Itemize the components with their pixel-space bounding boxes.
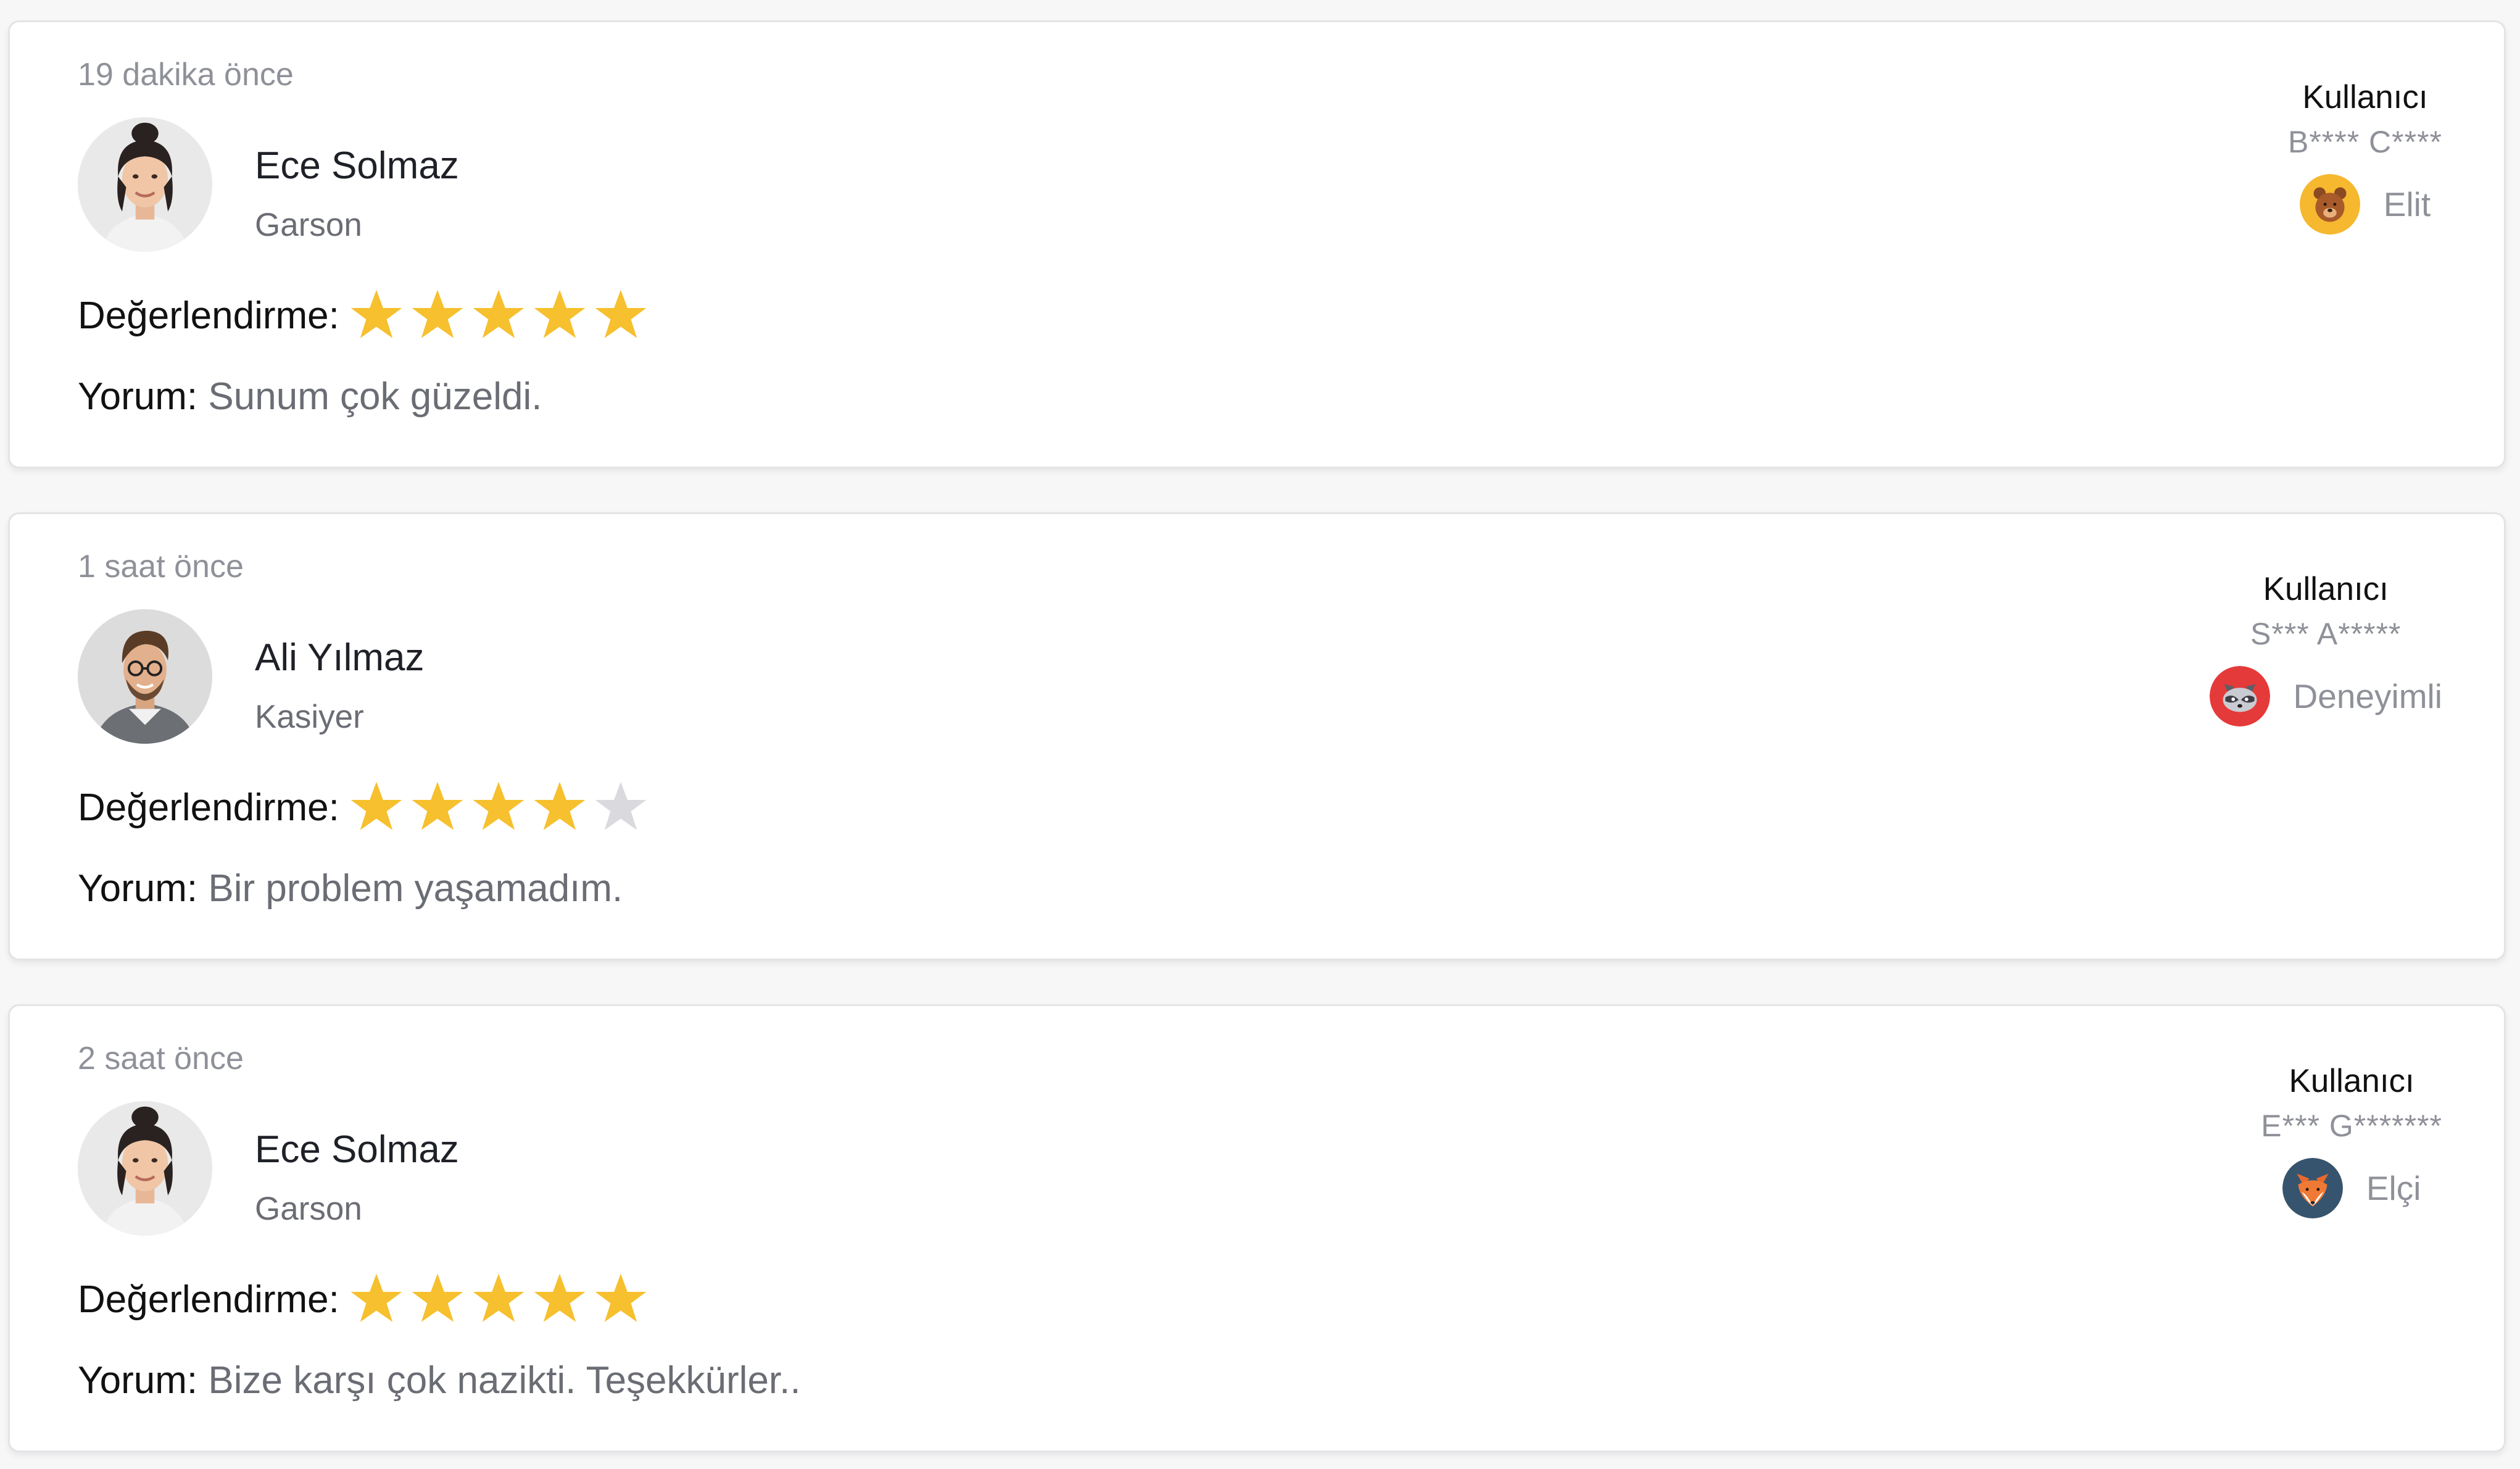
star-rating <box>348 287 653 344</box>
star-filled-icon <box>473 1273 524 1322</box>
reviewer-level: Elçi <box>2261 1157 2442 1218</box>
star-filled-icon <box>350 289 402 338</box>
reviewer-level: Elit <box>2288 173 2442 235</box>
comment-row: Yorum: Bir problem yaşamadım. <box>78 866 623 912</box>
employee-role: Kasiyer <box>255 699 364 735</box>
star-rating <box>348 779 653 836</box>
level-text: Deneyimli <box>2293 676 2442 715</box>
reviewer-block: Kullanıcı E*** G******* Elçi <box>2261 1062 2442 1218</box>
review-card: 1 saat önce Ali Yılmaz Kasiyer Değerlend… <box>8 512 2506 960</box>
review-time: 19 dakika önce <box>78 57 294 93</box>
level-text: Elit <box>2383 185 2431 223</box>
comment-row: Yorum: Sunum çok güzeldi. <box>78 374 542 420</box>
rating-label: Değerlendirme: <box>78 1278 339 1321</box>
reviewer-level: Deneyimli <box>2209 665 2442 726</box>
reviewer-title: Kullanıcı <box>2302 79 2428 115</box>
reviewer-masked-name: B**** C**** <box>2287 124 2442 159</box>
star-filled-icon <box>473 781 524 830</box>
fox-icon <box>2282 1157 2343 1218</box>
star-empty-icon <box>595 781 647 830</box>
raccoon-icon <box>2209 665 2270 726</box>
reviewer-masked-name: E*** G******* <box>2261 1108 2442 1143</box>
rating-row: Değerlendirme: <box>78 281 653 349</box>
reviewer-block: Kullanıcı B**** C**** Elit <box>2288 78 2442 235</box>
reviewer-title: Kullanıcı <box>2263 571 2389 607</box>
review-card: 19 dakika önce Ece Solmaz Garson Değerle… <box>8 20 2506 468</box>
star-filled-icon <box>412 781 463 830</box>
level-text: Elçi <box>2366 1168 2421 1207</box>
review-card: 2 saat önce Ece Solmaz Garson Değerlendi… <box>8 1004 2506 1452</box>
review-time: 2 saat önce <box>78 1041 244 1076</box>
employee-name: Ece Solmaz <box>255 1128 459 1171</box>
star-filled-icon <box>412 289 463 338</box>
rating-row: Değerlendirme: <box>78 1265 653 1333</box>
comment-label: Yorum: <box>78 867 198 910</box>
reviewer-title: Kullanıcı <box>2289 1063 2414 1099</box>
rating-label: Değerlendirme: <box>78 294 339 337</box>
star-rating <box>348 1271 653 1328</box>
employee-role: Garson <box>255 207 362 243</box>
comment-text: Bize karşı çok nazikti. Teşekkürler.. <box>208 1359 801 1402</box>
comment-row: Yorum: Bize karşı çok nazikti. Teşekkürl… <box>78 1358 801 1404</box>
star-filled-icon <box>595 289 647 338</box>
star-filled-icon <box>534 781 586 830</box>
rating-row: Değerlendirme: <box>78 773 653 841</box>
bear-icon <box>2299 173 2360 235</box>
review-list: 19 dakika önce Ece Solmaz Garson Değerle… <box>0 0 2520 1469</box>
comment-label: Yorum: <box>78 1359 198 1402</box>
star-filled-icon <box>350 1273 402 1322</box>
star-filled-icon <box>412 1273 463 1322</box>
comment-text: Sunum çok güzeldi. <box>208 375 542 418</box>
employee-avatar <box>78 117 212 252</box>
star-filled-icon <box>473 289 524 338</box>
employee-role: Garson <box>255 1191 362 1227</box>
star-filled-icon <box>595 1273 647 1322</box>
star-filled-icon <box>534 289 586 338</box>
comment-text: Bir problem yaşamadım. <box>208 867 623 910</box>
employee-name: Ali Yılmaz <box>255 636 425 679</box>
rating-label: Değerlendirme: <box>78 786 339 829</box>
reviewer-masked-name: S*** A***** <box>2250 616 2402 651</box>
review-time: 1 saat önce <box>78 549 244 585</box>
employee-avatar <box>78 1101 212 1236</box>
comment-label: Yorum: <box>78 375 198 418</box>
star-filled-icon <box>534 1273 586 1322</box>
employee-avatar <box>78 609 212 744</box>
employee-name: Ece Solmaz <box>255 144 459 187</box>
reviewer-block: Kullanıcı S*** A***** Deneyimli <box>2209 570 2442 726</box>
star-filled-icon <box>350 781 402 830</box>
